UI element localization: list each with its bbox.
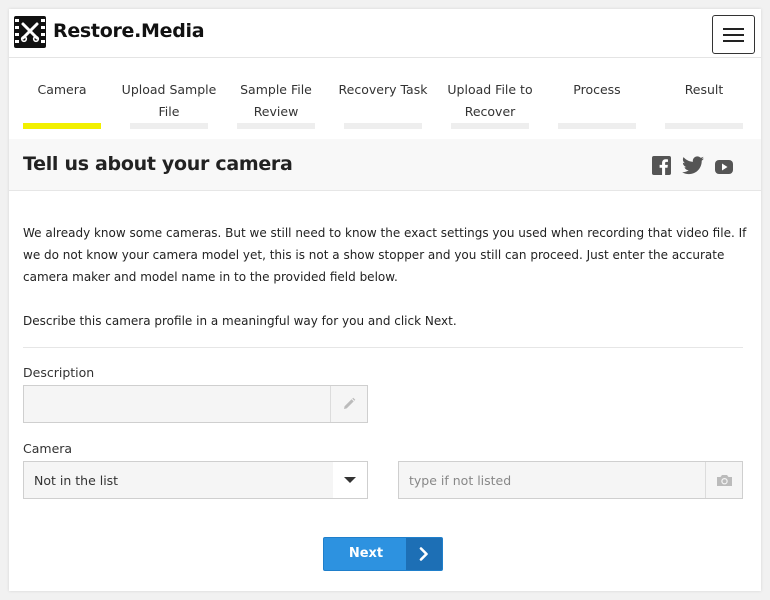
- step-label: Upload File to Recover: [447, 82, 533, 119]
- step-label: Sample File Review: [240, 82, 312, 119]
- step-result[interactable]: Result: [665, 59, 743, 139]
- divider: [23, 347, 743, 348]
- description-input[interactable]: [24, 386, 329, 422]
- step-camera[interactable]: Camera: [23, 59, 101, 139]
- camera-icon: [705, 462, 742, 498]
- menu-icon-bar: [723, 34, 744, 36]
- camera-select-value: Not in the list: [34, 473, 119, 488]
- camera-custom-field-wrapper: [398, 461, 743, 499]
- step-progress-bar: [130, 123, 208, 129]
- step-progress-bar: [558, 123, 636, 129]
- step-upload-sample-file[interactable]: Upload Sample File: [122, 59, 216, 139]
- chevron-right-icon: [406, 538, 442, 570]
- step-process[interactable]: Process: [558, 59, 636, 139]
- camera-custom-input[interactable]: [399, 462, 704, 498]
- brand-name[interactable]: Restore.Media: [53, 20, 205, 42]
- facebook-icon[interactable]: [652, 156, 671, 179]
- camera-select[interactable]: Not in the list: [23, 461, 368, 499]
- step-progress-bar: [451, 123, 529, 129]
- youtube-icon[interactable]: [715, 159, 733, 178]
- next-button-label: Next: [348, 546, 384, 561]
- camera-label: Camera: [23, 441, 73, 456]
- step-label: Upload Sample File: [121, 82, 217, 119]
- step-label: Result: [684, 82, 724, 97]
- step-sample-file-review[interactable]: Sample File Review: [237, 59, 315, 139]
- hamburger-menu-button[interactable]: [712, 15, 755, 54]
- menu-icon: [723, 28, 744, 30]
- step-progress-bar: [344, 123, 422, 129]
- chevron-down-icon[interactable]: [333, 462, 367, 498]
- step-recovery-task[interactable]: Recovery Task: [339, 59, 427, 139]
- intro-text: We already know some cameras. But we sti…: [23, 226, 747, 284]
- step-label: Process: [573, 82, 621, 97]
- section-header: Tell us about your camera: [9, 139, 761, 191]
- wizard-steps: Camera Upload Sample File Sample File Re…: [9, 59, 761, 139]
- step-label: Recovery Task: [338, 82, 428, 97]
- pencil-icon: [330, 386, 367, 422]
- restore-media-logo-icon[interactable]: [14, 16, 46, 48]
- page-title: Tell us about your camera: [23, 153, 293, 175]
- step-progress-bar: [665, 123, 743, 129]
- menu-icon-bar: [723, 40, 744, 42]
- next-button[interactable]: Next: [323, 537, 443, 571]
- top-header: Restore.Media: [9, 9, 761, 58]
- step-upload-file-to-recover[interactable]: Upload File to Recover: [447, 59, 533, 139]
- main-card: Restore.Media Camera Upload Sample File …: [9, 9, 761, 591]
- twitter-icon[interactable]: [682, 156, 704, 179]
- description-field-wrapper: [23, 385, 368, 423]
- instruction-text: Describe this camera profile in a meanin…: [23, 314, 457, 328]
- description-label: Description: [23, 365, 95, 380]
- step-progress-bar: [237, 123, 315, 129]
- step-label: Camera: [37, 82, 87, 97]
- step-progress-bar: [23, 123, 101, 129]
